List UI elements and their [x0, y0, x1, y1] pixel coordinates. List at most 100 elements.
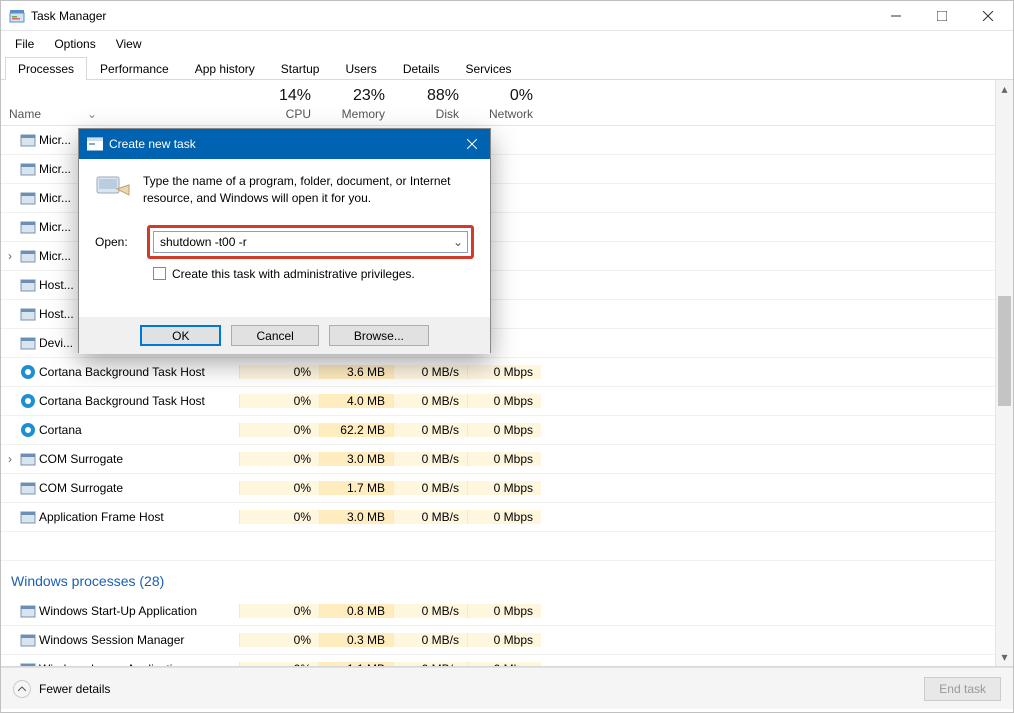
admin-privileges-checkbox[interactable] [153, 267, 166, 280]
dialog-icon [87, 136, 103, 152]
table-row[interactable]: › COM Surrogate 0% 3.0 MB 0 MB/s 0 Mbps [1, 445, 1013, 474]
process-name: Host... [37, 307, 79, 321]
tab-startup[interactable]: Startup [268, 57, 333, 80]
cpu-cell: 0% [239, 510, 319, 524]
disk-cell: 0 MB/s [393, 365, 467, 379]
column-header-network[interactable]: 0% Network [467, 83, 541, 125]
network-cell: 0 Mbps [467, 510, 541, 524]
table-row[interactable]: COM Surrogate 0% 1.7 MB 0 MB/s 0 Mbps [1, 474, 1013, 503]
tab-services[interactable]: Services [453, 57, 525, 80]
disk-cell: 0 MB/s [393, 662, 467, 667]
window-title: Task Manager [31, 9, 873, 23]
minimize-button[interactable] [873, 1, 919, 31]
column-header-cpu[interactable]: 14% CPU [239, 83, 319, 125]
menu-bar: File Options View [1, 31, 1013, 57]
memory-cell: 0.8 MB [319, 604, 393, 618]
process-icon [19, 335, 37, 351]
process-name: Micr... [37, 162, 79, 176]
network-cell: 0 Mbps [467, 662, 541, 667]
browse-button[interactable]: Browse... [329, 325, 429, 346]
table-row[interactable]: Windows Logon Application 0% 1.1 MB 0 MB… [1, 655, 1013, 667]
maximize-button[interactable] [919, 1, 965, 31]
scroll-thumb[interactable] [998, 296, 1011, 406]
create-new-task-dialog: Create new task Type the name of a progr… [78, 128, 491, 353]
open-input[interactable] [154, 235, 449, 249]
column-header-disk[interactable]: 88% Disk [393, 83, 467, 125]
close-button[interactable] [965, 1, 1011, 31]
memory-cell: 3.6 MB [319, 365, 393, 379]
process-icon [19, 603, 37, 619]
process-icon [19, 277, 37, 293]
process-name: Windows Start-Up Application [37, 604, 239, 618]
tab-processes[interactable]: Processes [5, 57, 87, 80]
column-header-memory[interactable]: 23% Memory [319, 83, 393, 125]
process-icon [19, 219, 37, 235]
fewer-details-button[interactable]: Fewer details [13, 680, 110, 698]
process-name: COM Surrogate [37, 452, 239, 466]
app-icon [9, 8, 25, 24]
chevron-up-icon [13, 680, 31, 698]
vertical-scrollbar[interactable]: ▴ ▾ [995, 80, 1013, 666]
table-row[interactable]: Application Frame Host 0% 3.0 MB 0 MB/s … [1, 503, 1013, 532]
network-cell: 0 Mbps [467, 604, 541, 618]
process-name: Windows Session Manager [37, 633, 239, 647]
table-row[interactable]: Cortana 0% 62.2 MB 0 MB/s 0 Mbps [1, 416, 1013, 445]
menu-view[interactable]: View [108, 35, 150, 53]
process-icon [19, 661, 37, 667]
process-name: COM Surrogate [37, 481, 239, 495]
memory-cell: 1.7 MB [319, 481, 393, 495]
tab-performance[interactable]: Performance [87, 57, 182, 80]
footer-bar: Fewer details End task [1, 667, 1013, 709]
dialog-close-button[interactable] [454, 129, 490, 159]
cancel-button[interactable]: Cancel [231, 325, 318, 346]
tab-users[interactable]: Users [332, 57, 389, 80]
group-windows-processes[interactable]: Windows processes (28) [1, 561, 1013, 597]
disk-cell: 0 MB/s [393, 510, 467, 524]
chevron-down-icon[interactable]: ⌄ [449, 235, 467, 249]
process-icon [19, 248, 37, 264]
process-name: Host... [37, 278, 79, 292]
tab-details[interactable]: Details [390, 57, 453, 80]
process-name: Micr... [37, 220, 79, 234]
process-icon [19, 161, 37, 177]
process-icon [19, 480, 37, 496]
dialog-info-text: Type the name of a program, folder, docu… [143, 173, 474, 207]
open-combobox[interactable]: ⌄ [153, 231, 468, 253]
network-cell: 0 Mbps [467, 481, 541, 495]
process-name: Windows Logon Application [37, 662, 239, 667]
network-cell: 0 Mbps [467, 423, 541, 437]
memory-cell: 62.2 MB [319, 423, 393, 437]
ok-button[interactable]: OK [140, 325, 221, 346]
column-header-name[interactable]: Name ⌄ [1, 107, 239, 125]
scroll-down-icon[interactable]: ▾ [996, 648, 1013, 666]
network-cell: 0 Mbps [467, 633, 541, 647]
cpu-cell: 0% [239, 481, 319, 495]
disk-cell: 0 MB/s [393, 633, 467, 647]
expand-icon[interactable]: › [1, 249, 19, 263]
cpu-cell: 0% [239, 604, 319, 618]
memory-cell: 3.0 MB [319, 510, 393, 524]
process-icon [19, 451, 37, 467]
network-cell: 0 Mbps [467, 452, 541, 466]
admin-privileges-label: Create this task with administrative pri… [172, 267, 415, 281]
sort-indicator-icon: ⌄ [87, 107, 97, 121]
cpu-cell: 0% [239, 452, 319, 466]
scroll-up-icon[interactable]: ▴ [996, 80, 1013, 98]
table-row[interactable]: Cortana Background Task Host 0% 4.0 MB 0… [1, 387, 1013, 416]
disk-cell: 0 MB/s [393, 481, 467, 495]
process-icon [19, 132, 37, 148]
process-name: Micr... [37, 249, 79, 263]
table-row[interactable]: Windows Session Manager 0% 0.3 MB 0 MB/s… [1, 626, 1013, 655]
disk-cell: 0 MB/s [393, 394, 467, 408]
menu-options[interactable]: Options [46, 35, 103, 53]
menu-file[interactable]: File [7, 35, 42, 53]
run-program-icon [95, 173, 131, 201]
tab-app-history[interactable]: App history [182, 57, 268, 80]
table-row[interactable]: Cortana Background Task Host 0% 3.6 MB 0… [1, 358, 1013, 387]
table-row[interactable]: Windows Start-Up Application 0% 0.8 MB 0… [1, 597, 1013, 626]
disk-cell: 0 MB/s [393, 604, 467, 618]
end-task-button[interactable]: End task [924, 677, 1001, 701]
memory-cell: 4.0 MB [319, 394, 393, 408]
expand-icon[interactable]: › [1, 452, 19, 466]
process-icon [19, 632, 37, 648]
